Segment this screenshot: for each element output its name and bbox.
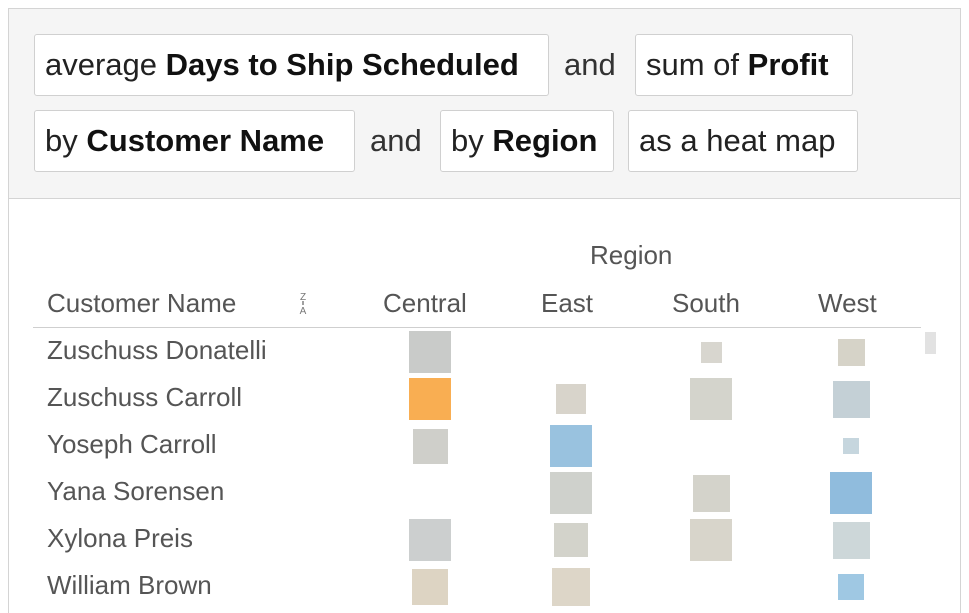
pill-prefix: sum of xyxy=(646,47,740,82)
row-label-customer[interactable]: Xylona Preis xyxy=(47,523,193,554)
heatmap-cell[interactable] xyxy=(412,569,448,605)
heatmap-cell[interactable] xyxy=(409,378,451,420)
conjunction-and: and xyxy=(564,47,616,82)
svg-text:A: A xyxy=(300,306,307,316)
heatmap-cell[interactable] xyxy=(409,519,451,561)
query-pill-avg-days[interactable]: average Days to Ship Scheduled xyxy=(34,34,549,96)
heatmap-cell[interactable] xyxy=(550,472,592,514)
row-label-customer[interactable]: Zuschuss Donatelli xyxy=(47,335,267,366)
query-pill-heat-map[interactable]: as a heat map xyxy=(628,110,858,172)
row-label-customer[interactable]: Yoseph Carroll xyxy=(47,429,217,460)
conjunction-and: and xyxy=(370,123,422,158)
heatmap-cell[interactable] xyxy=(556,384,586,414)
row-label-customer[interactable]: Zuschuss Carroll xyxy=(47,382,242,413)
column-header-south[interactable]: South xyxy=(672,288,740,319)
heatmap-cell[interactable] xyxy=(692,474,730,512)
heatmap-cell[interactable] xyxy=(412,428,448,464)
heatmap-cell[interactable] xyxy=(552,568,590,606)
pill-field: Days to Ship Scheduled xyxy=(165,47,519,82)
header-divider xyxy=(33,327,921,328)
column-header-central[interactable]: Central xyxy=(383,288,467,319)
row-label-customer[interactable]: William Brown xyxy=(47,570,212,601)
vertical-scrollbar[interactable] xyxy=(925,332,936,354)
query-bar: average Days to Ship Scheduled and sum o… xyxy=(9,9,960,199)
customer-name-header[interactable]: Customer Name xyxy=(47,288,236,319)
sort-alpha-icon[interactable]: Z A xyxy=(296,290,310,316)
heatmap-cell[interactable] xyxy=(843,438,859,454)
row-label-customer[interactable]: Yana Sorensen xyxy=(47,476,224,507)
heatmap-cell[interactable] xyxy=(830,472,872,514)
heatmap-cell[interactable] xyxy=(409,331,451,373)
pill-field: Customer Name xyxy=(86,123,325,158)
heatmap-cell[interactable] xyxy=(690,378,732,420)
heatmap-cell[interactable] xyxy=(832,521,870,559)
column-header-west[interactable]: West xyxy=(818,288,877,319)
heatmap-cell[interactable] xyxy=(838,574,864,600)
column-header-east[interactable]: East xyxy=(541,288,593,319)
query-pill-region[interactable]: by Region xyxy=(440,110,614,172)
region-header: Region xyxy=(590,240,673,270)
heatmap-cell[interactable] xyxy=(550,425,592,467)
heatmap-cell[interactable] xyxy=(837,338,865,366)
heatmap-cell[interactable] xyxy=(700,341,722,363)
query-pill-sum-profit[interactable]: sum of Profit xyxy=(635,34,853,96)
pill-text: as a heat map xyxy=(639,123,836,158)
pill-prefix: by xyxy=(451,123,484,158)
query-pill-customer-name[interactable]: by Customer Name xyxy=(34,110,355,172)
pill-field: Profit xyxy=(747,47,829,82)
heatmap-cell[interactable] xyxy=(690,519,732,561)
heatmap-cell[interactable] xyxy=(554,523,588,557)
pill-prefix: average xyxy=(45,47,158,82)
pill-prefix: by xyxy=(45,123,78,158)
pill-field: Region xyxy=(492,123,598,158)
heatmap-cell[interactable] xyxy=(832,380,870,418)
